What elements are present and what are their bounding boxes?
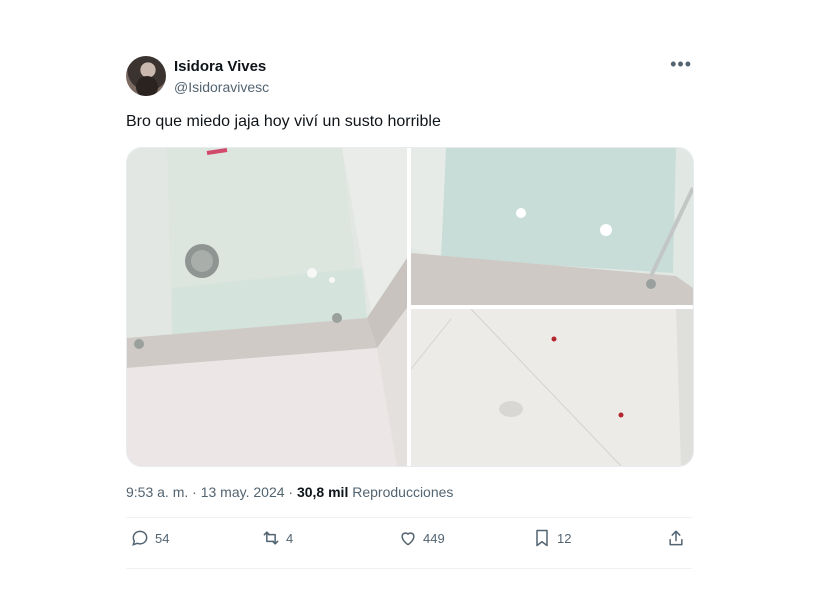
tweet-time[interactable]: 9:53 a. m. [126, 484, 188, 500]
tweet-meta: 9:53 a. m. · 13 may. 2024 · 30,8 mil Rep… [126, 484, 453, 500]
bookmark-icon [536, 529, 548, 547]
views-count: 30,8 mil [296, 484, 349, 500]
media-photo-1[interactable] [127, 148, 407, 466]
like-count: 449 [423, 530, 445, 546]
reply-button[interactable]: 54 [130, 528, 169, 548]
heart-icon [401, 532, 415, 546]
like-button[interactable]: 449 [398, 528, 445, 548]
floor-photo-3-art [411, 309, 693, 466]
divider-bottom [126, 568, 692, 569]
author-name[interactable]: Isidora Vives [174, 58, 266, 75]
media-grid [126, 147, 694, 467]
share-button[interactable] [666, 528, 686, 548]
more-options-icon[interactable]: ••• [670, 54, 692, 75]
bookmark-count: 12 [557, 530, 572, 546]
views-label: Reproducciones [352, 484, 454, 500]
shower-photo-2-art [411, 148, 693, 305]
avatar[interactable] [126, 56, 166, 96]
shower-photo-1-art [127, 148, 407, 466]
tweet-date[interactable]: 13 may. 2024 [201, 484, 285, 500]
divider-top [126, 517, 692, 518]
repost-icon [263, 531, 279, 545]
meta-separator: · [288, 484, 294, 500]
author-handle[interactable]: @Isidoravivesc [174, 79, 269, 95]
repost-count: 4 [286, 530, 294, 546]
media-photo-3[interactable] [411, 309, 693, 466]
share-icon [669, 530, 683, 546]
reply-count: 54 [155, 530, 170, 546]
repost-button[interactable]: 4 [261, 528, 293, 548]
bookmark-button[interactable]: 12 [532, 528, 571, 548]
reply-icon [132, 530, 148, 546]
meta-separator: · [192, 484, 197, 500]
tweet-text: Bro que miedo jaja hoy viví un susto hor… [126, 113, 441, 130]
action-bar: 54 4 449 12 [126, 528, 692, 568]
media-photo-2[interactable] [411, 148, 693, 305]
